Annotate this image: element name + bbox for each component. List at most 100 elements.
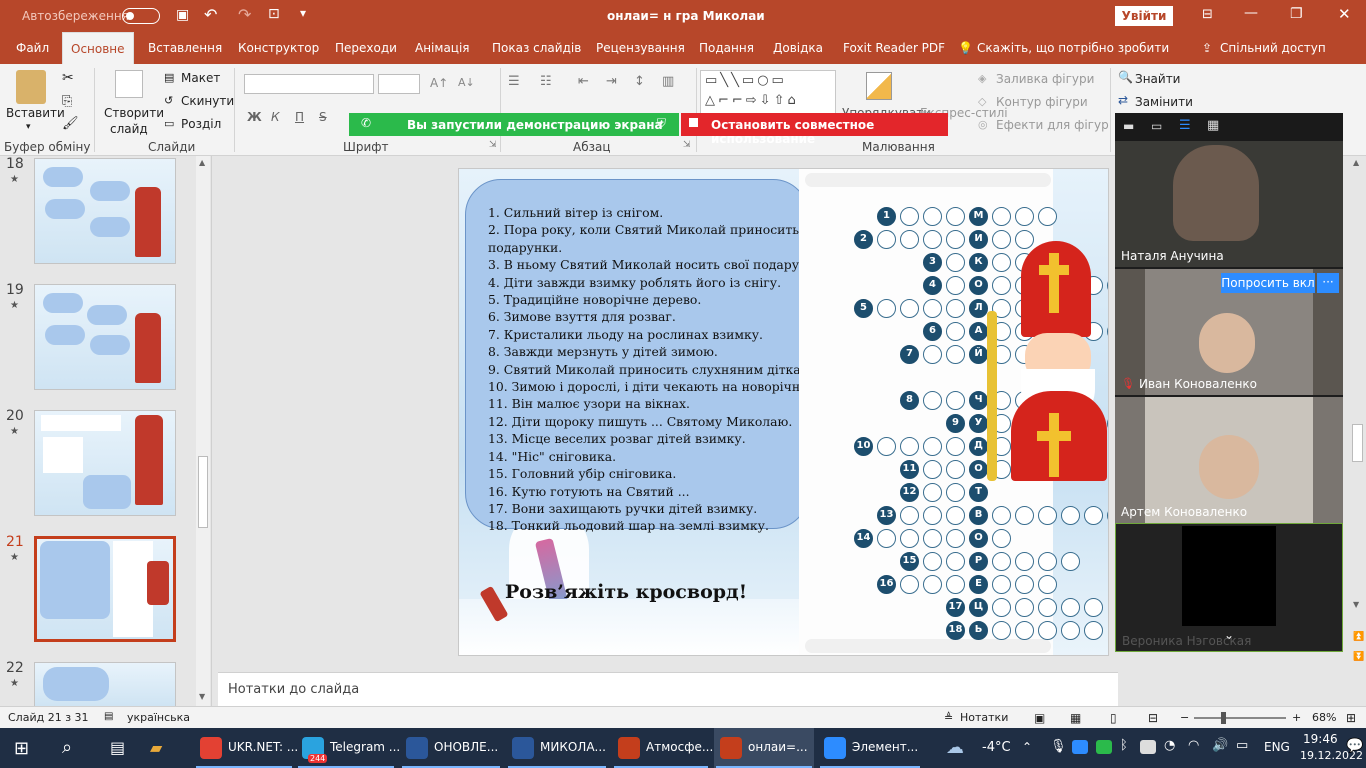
replace-button[interactable]: Замінити <box>1135 95 1193 109</box>
crossword-key-cell[interactable]: О <box>969 529 988 548</box>
task-view-icon[interactable]: ▤ <box>110 738 125 757</box>
crossword-cell[interactable] <box>877 299 896 318</box>
new-slide-button[interactable]: Створити <box>104 106 164 120</box>
video-tile-4[interactable]: ⌄ Вероника Нэговская <box>1115 523 1343 652</box>
slide-scrollbar[interactable]: ▲ ▼ ⏫ ⏬ <box>1349 156 1366 706</box>
crossword-cell[interactable] <box>923 460 942 479</box>
crossword-cell[interactable] <box>923 230 942 249</box>
fit-slide-icon[interactable]: ⊞ <box>1346 711 1356 725</box>
notifications-icon[interactable]: 💬 <box>1346 738 1363 754</box>
crossword-cell[interactable] <box>946 460 965 479</box>
slide-sorter-icon[interactable]: ▦ <box>1070 711 1081 725</box>
present-icon[interactable]: ⊡ <box>268 6 280 22</box>
copy-icon[interactable]: ⎘ <box>62 94 72 109</box>
crossword-key-cell[interactable]: М <box>969 207 988 226</box>
crossword-key-cell[interactable]: У <box>969 414 988 433</box>
shapes-gallery[interactable]: ▭╲╲▭○▭ △⌐⌐⇨⇩⇧⌂ <box>700 70 836 114</box>
crossword-cell[interactable] <box>1038 575 1057 594</box>
minimize-video-icon[interactable]: ▬ <box>1123 119 1134 133</box>
crossword-key-cell[interactable]: Ц <box>969 598 988 617</box>
cut-icon[interactable]: ✂ <box>62 70 74 86</box>
single-view-icon[interactable]: ▭ <box>1151 119 1162 133</box>
font-size-select[interactable] <box>378 74 420 94</box>
crossword-cell[interactable] <box>1107 506 1108 525</box>
crossword-cell[interactable] <box>946 276 965 295</box>
tab-slideshow[interactable]: Показ слайдів <box>492 41 581 55</box>
crossword-cell[interactable] <box>1061 598 1080 617</box>
find-button[interactable]: Знайти <box>1135 72 1180 86</box>
slide-thumbnail-22[interactable] <box>34 662 176 706</box>
input-language[interactable]: ENG <box>1264 740 1290 754</box>
crossword-cell[interactable] <box>900 437 919 456</box>
clock-time[interactable]: 19:46 <box>1303 732 1338 746</box>
gallery-view-icon[interactable]: ▦ <box>1207 118 1219 133</box>
crossword-cell[interactable] <box>923 483 942 502</box>
arrange-icon[interactable] <box>866 72 892 100</box>
taskbar-app[interactable]: Telegram ... 244 <box>296 728 400 768</box>
line-spacing-icon[interactable]: ↕ <box>634 74 645 89</box>
scroll-down-icon[interactable]: ▼ <box>199 692 205 701</box>
crossword-key-cell[interactable]: Т <box>969 483 988 502</box>
close-icon[interactable]: ✕ <box>1338 5 1351 23</box>
tab-file[interactable]: Файл <box>16 41 49 55</box>
taskbar-app[interactable]: Элемент... <box>818 728 922 768</box>
crossword-cell[interactable] <box>923 299 942 318</box>
slideshow-view-icon[interactable]: ⊟ <box>1148 711 1158 725</box>
crossword-cell[interactable] <box>946 437 965 456</box>
crossword-cell[interactable] <box>923 207 942 226</box>
crossword-cell[interactable] <box>877 529 896 548</box>
crossword-cell[interactable] <box>877 437 896 456</box>
crossword-cell[interactable] <box>992 253 1011 272</box>
crossword-cell[interactable] <box>946 506 965 525</box>
redo-icon[interactable]: ↷ <box>238 5 251 24</box>
taskbar-app[interactable]: МИКОЛА... <box>506 728 608 768</box>
increase-indent-icon[interactable]: ⇥ <box>606 74 617 89</box>
crossword-key-cell[interactable]: О <box>969 276 988 295</box>
taskbar-app[interactable]: ОНОВЛЕ... <box>400 728 502 768</box>
crossword-key-cell[interactable]: Ь <box>969 621 988 640</box>
crossword-cell[interactable] <box>1084 621 1103 640</box>
crossword-cell[interactable] <box>900 506 919 525</box>
zoom-in-icon[interactable]: + <box>1292 711 1301 724</box>
scroll-thumb[interactable] <box>198 456 208 528</box>
crossword-cell[interactable] <box>992 276 1011 295</box>
search-icon[interactable]: ⌕ <box>62 737 72 758</box>
crossword-cell[interactable] <box>946 483 965 502</box>
crossword-cell[interactable] <box>946 575 965 594</box>
save-icon[interactable]: ▣ <box>176 7 189 23</box>
crossword-cell[interactable] <box>900 529 919 548</box>
crossword-cell[interactable] <box>900 575 919 594</box>
taskbar-app[interactable]: онлаи=... <box>714 728 814 768</box>
zoom-level[interactable]: 68% <box>1312 711 1336 724</box>
scroll-up-icon[interactable]: ▲ <box>1353 158 1359 167</box>
zoom-out-icon[interactable]: − <box>1180 711 1189 724</box>
strip-view-icon[interactable]: ☰ <box>1179 118 1191 133</box>
grow-font-icon[interactable]: A↑ <box>430 76 448 90</box>
customize-qat-icon[interactable]: ▾ <box>300 6 306 20</box>
crossword-cell[interactable] <box>1038 506 1057 525</box>
crossword-cell[interactable] <box>877 230 896 249</box>
minimize-icon[interactable]: — <box>1244 5 1258 21</box>
video-tile-3[interactable]: Артем Коноваленко <box>1115 397 1343 523</box>
taskbar-app[interactable]: UKR.NET: ... <box>194 728 298 768</box>
section-button[interactable]: Розділ <box>181 117 221 131</box>
columns-icon[interactable]: ▥ <box>662 74 674 89</box>
tab-design[interactable]: Конструктор <box>238 41 319 55</box>
scroll-thumb[interactable] <box>1352 424 1363 462</box>
tab-transitions[interactable]: Переходи <box>335 41 397 55</box>
paste-button[interactable]: Вставити <box>6 106 65 120</box>
crossword-cell[interactable] <box>1061 621 1080 640</box>
crossword-cell[interactable] <box>1061 506 1080 525</box>
tab-view[interactable]: Подання <box>699 41 754 55</box>
battery-icon[interactable]: ▭ <box>1236 738 1248 753</box>
bold-button[interactable]: Ж <box>247 110 262 124</box>
tab-insert[interactable]: Вставлення <box>148 41 222 55</box>
italic-button[interactable]: К <box>271 110 280 124</box>
video-tile-2[interactable]: Попросить вкл ··· 🎙 Иван Коноваленко <box>1115 269 1343 395</box>
crossword-cell[interactable] <box>1015 552 1034 571</box>
tab-help[interactable]: Довідка <box>773 41 823 55</box>
crossword-cell[interactable] <box>1015 506 1034 525</box>
file-explorer-icon[interactable]: ▰ <box>150 738 162 757</box>
volume-icon[interactable]: 🔊 <box>1212 738 1228 753</box>
stop-share-button[interactable]: Остановить совместное использование <box>681 113 948 146</box>
